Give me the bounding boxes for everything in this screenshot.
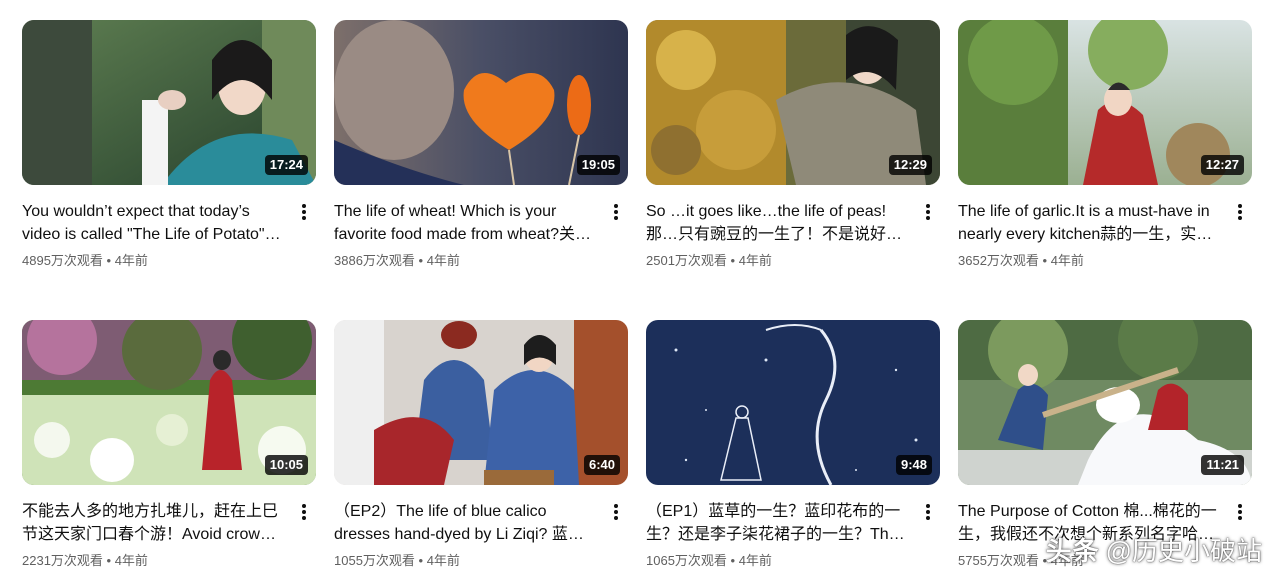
video-duration: 11:21 [1201, 455, 1244, 475]
video-card-1[interactable]: 17:24 You wouldn’t expect that today’s v… [22, 20, 316, 270]
video-meta: 不能去人多的地方扎堆儿，赶在上巳节这天家门口春个游！Avoid crow… 22… [22, 485, 316, 570]
more-options-icon[interactable] [296, 201, 312, 223]
video-meta: （EP1）蓝草的一生？蓝印花布的一生？还是李子柒花裙子的一生？Th… 1065万… [646, 485, 940, 570]
video-card-2[interactable]: 19:05 The life of wheat! Which is your f… [334, 20, 628, 270]
video-stats: 3652万次观看 • 4年前 [958, 252, 1222, 270]
video-meta: The life of wheat! Which is your favorit… [334, 185, 628, 270]
video-title[interactable]: （EP1）蓝草的一生？蓝印花布的一生？还是李子柒花裙子的一生？Th… [646, 500, 910, 546]
video-duration: 19:05 [576, 155, 620, 175]
upload-age: 4年前 [738, 553, 772, 568]
stats-separator: • [414, 253, 427, 268]
view-count: 4895万次观看 [22, 253, 103, 268]
video-title[interactable]: The life of wheat! Which is your favorit… [334, 200, 598, 246]
upload-age: 4年前 [114, 553, 148, 568]
more-options-icon[interactable] [920, 201, 936, 223]
video-thumbnail[interactable]: 10:05 [22, 320, 316, 485]
stats-separator: • [726, 553, 739, 568]
upload-age: 4年前 [1050, 253, 1084, 268]
more-options-icon[interactable] [608, 501, 624, 523]
stats-separator: • [102, 253, 115, 268]
video-stats: 2231万次观看 • 4年前 [22, 552, 286, 570]
video-stats: 3886万次观看 • 4年前 [334, 252, 598, 270]
stats-separator: • [414, 553, 427, 568]
video-title[interactable]: 不能去人多的地方扎堆儿，赶在上巳节这天家门口春个游！Avoid crow… [22, 500, 286, 546]
video-meta: The life of garlic.It is a must-have in … [958, 185, 1252, 270]
more-options-icon[interactable] [920, 501, 936, 523]
stats-separator: • [1038, 253, 1051, 268]
view-count: 2501万次观看 [646, 253, 727, 268]
video-stats: 4895万次观看 • 4年前 [22, 252, 286, 270]
video-title[interactable]: So …it goes like…the life of peas! 那…只有豌… [646, 200, 910, 246]
video-title[interactable]: The life of garlic.It is a must-have in … [958, 200, 1222, 246]
video-duration: 17:24 [264, 155, 308, 175]
video-title[interactable]: （EP2）The life of blue calico dresses han… [334, 500, 598, 546]
view-count: 1055万次观看 [334, 553, 415, 568]
video-thumbnail[interactable]: 6:40 [334, 320, 628, 485]
video-duration: 12:29 [888, 155, 932, 175]
more-options-icon[interactable] [1232, 501, 1248, 523]
upload-age: 4年前 [738, 253, 772, 268]
more-options-icon[interactable] [296, 501, 312, 523]
watermark-logo: 头条 [1045, 536, 1100, 566]
watermark: 头条 @历史小破站 [1046, 531, 1262, 568]
video-card-4[interactable]: 12:27 The life of garlic.It is a must-ha… [958, 20, 1252, 270]
more-options-icon[interactable] [1232, 201, 1248, 223]
upload-age: 4年前 [114, 253, 148, 268]
view-count: 2231万次观看 [22, 553, 103, 568]
video-duration: 9:48 [895, 455, 932, 475]
view-count: 3652万次观看 [958, 253, 1039, 268]
video-meta: You wouldn’t expect that today’s video i… [22, 185, 316, 270]
video-meta: （EP2）The life of blue calico dresses han… [334, 485, 628, 570]
video-title[interactable]: You wouldn’t expect that today’s video i… [22, 200, 286, 246]
video-thumbnail[interactable]: 9:48 [646, 320, 940, 485]
watermark-text: @历史小破站 [1105, 536, 1262, 566]
video-stats: 1055万次观看 • 4年前 [334, 552, 598, 570]
view-count: 5755万次观看 [958, 553, 1039, 568]
video-stats: 2501万次观看 • 4年前 [646, 252, 910, 270]
video-card-3[interactable]: 12:29 So …it goes like…the life of peas!… [646, 20, 940, 270]
view-count: 3886万次观看 [334, 253, 415, 268]
video-thumbnail[interactable]: 17:24 [22, 20, 316, 185]
video-card-6[interactable]: 6:40 （EP2）The life of blue calico dresse… [334, 320, 628, 570]
video-card-5[interactable]: 10:05 不能去人多的地方扎堆儿，赶在上巳节这天家门口春个游！Avoid cr… [22, 320, 316, 570]
video-thumbnail[interactable]: 12:27 [958, 20, 1252, 185]
video-card-7[interactable]: 9:48 （EP1）蓝草的一生？蓝印花布的一生？还是李子柒花裙子的一生？Th… … [646, 320, 940, 570]
upload-age: 4年前 [426, 553, 460, 568]
video-stats: 1065万次观看 • 4年前 [646, 552, 910, 570]
more-options-icon[interactable] [608, 201, 624, 223]
video-thumbnail[interactable]: 11:21 [958, 320, 1252, 485]
video-duration: 10:05 [264, 455, 308, 475]
video-meta: So …it goes like…the life of peas! 那…只有豌… [646, 185, 940, 270]
video-thumbnail[interactable]: 12:29 [646, 20, 940, 185]
video-duration: 6:40 [583, 455, 620, 475]
stats-separator: • [102, 553, 115, 568]
upload-age: 4年前 [426, 253, 460, 268]
video-duration: 12:27 [1200, 155, 1244, 175]
view-count: 1065万次观看 [646, 553, 727, 568]
video-thumbnail[interactable]: 19:05 [334, 20, 628, 185]
stats-separator: • [726, 253, 739, 268]
